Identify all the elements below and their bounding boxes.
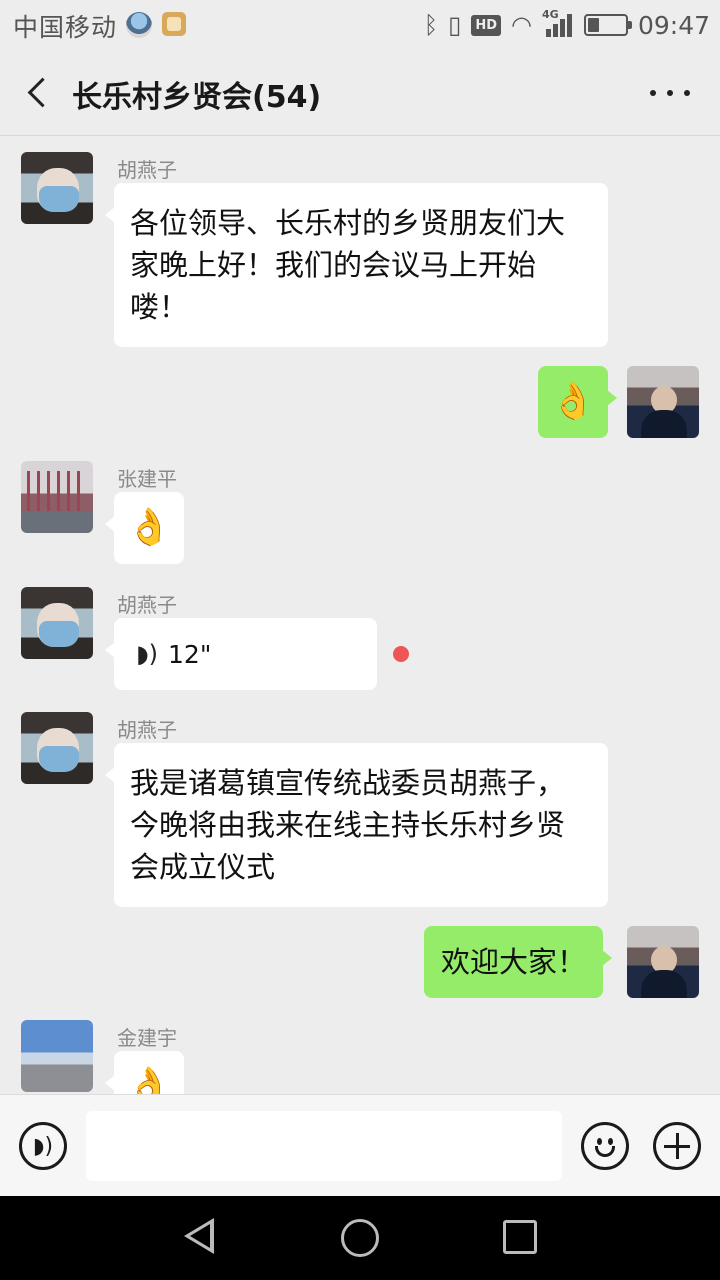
bluetooth-icon: ᛒ	[423, 11, 439, 39]
wifi-icon: ◠	[511, 11, 532, 39]
more-icon[interactable]	[650, 78, 690, 108]
voice-duration: 12"	[168, 639, 212, 669]
system-nav-bar	[0, 1196, 720, 1280]
sender-name: 胡燕子	[117, 158, 177, 182]
input-bar: ◗)	[0, 1094, 720, 1196]
signal-icon: 4G	[542, 8, 574, 39]
hd-badge: HD	[471, 14, 501, 36]
status-bar: 中国移动 ᛒ ▯ HD ◠ 4G 09:47	[0, 0, 720, 50]
sender-name: 张建平	[117, 467, 177, 491]
nav-recent-icon[interactable]	[503, 1220, 537, 1254]
emoji-message[interactable]: 👌	[105, 492, 184, 564]
battery-icon	[583, 14, 632, 36]
message-bubble[interactable]: 各位领导、长乐村的乡贤朋友们大家晚上好！我们的会议马上开始喽！	[105, 183, 608, 347]
sender-name: 胡燕子	[117, 718, 177, 742]
avatar[interactable]	[21, 461, 93, 533]
sender-name: 金建宇	[117, 1026, 177, 1050]
voice-message[interactable]: ◗) 12"	[105, 618, 377, 690]
avatar[interactable]	[627, 366, 699, 438]
sender-name: 胡燕子	[117, 593, 177, 617]
voice-wave-icon: ◗)	[136, 640, 159, 668]
message-bubble[interactable]: 欢迎大家！	[424, 926, 613, 998]
plus-icon[interactable]	[653, 1122, 701, 1170]
chat-title: 长乐村乡贤会(54)	[72, 80, 322, 115]
carrier-label: 中国移动	[13, 13, 118, 42]
vibrate-icon: ▯	[448, 11, 462, 39]
weather-icon	[126, 12, 152, 38]
back-icon[interactable]	[22, 72, 62, 112]
emoji-message[interactable]: 👌	[538, 366, 617, 438]
avatar[interactable]	[21, 712, 93, 784]
avatar[interactable]	[21, 152, 93, 224]
message-input[interactable]	[86, 1111, 562, 1181]
emoji-message[interactable]: 👌	[105, 1051, 184, 1094]
avatar[interactable]	[21, 587, 93, 659]
voice-input-icon[interactable]: ◗)	[19, 1122, 67, 1170]
avatar[interactable]	[21, 1020, 93, 1092]
chat-header: 长乐村乡贤会(54)	[0, 50, 720, 136]
message-bubble[interactable]: 我是诸葛镇宣传统战委员胡燕子，今晚将由我来在线主持长乐村乡贤会成立仪式	[105, 743, 608, 907]
gallery-notification-icon	[162, 12, 186, 36]
emoji-icon[interactable]	[581, 1122, 629, 1170]
unread-dot	[393, 646, 409, 662]
avatar[interactable]	[627, 926, 699, 998]
clock: 09:47	[637, 10, 710, 40]
nav-back-icon[interactable]	[184, 1218, 214, 1254]
nav-home-icon[interactable]	[341, 1219, 379, 1257]
voice-wave-icon: ◗)	[32, 1133, 54, 1159]
message-list[interactable]: 胡燕子 各位领导、长乐村的乡贤朋友们大家晚上好！我们的会议马上开始喽！ 👌 张建…	[0, 136, 720, 1094]
